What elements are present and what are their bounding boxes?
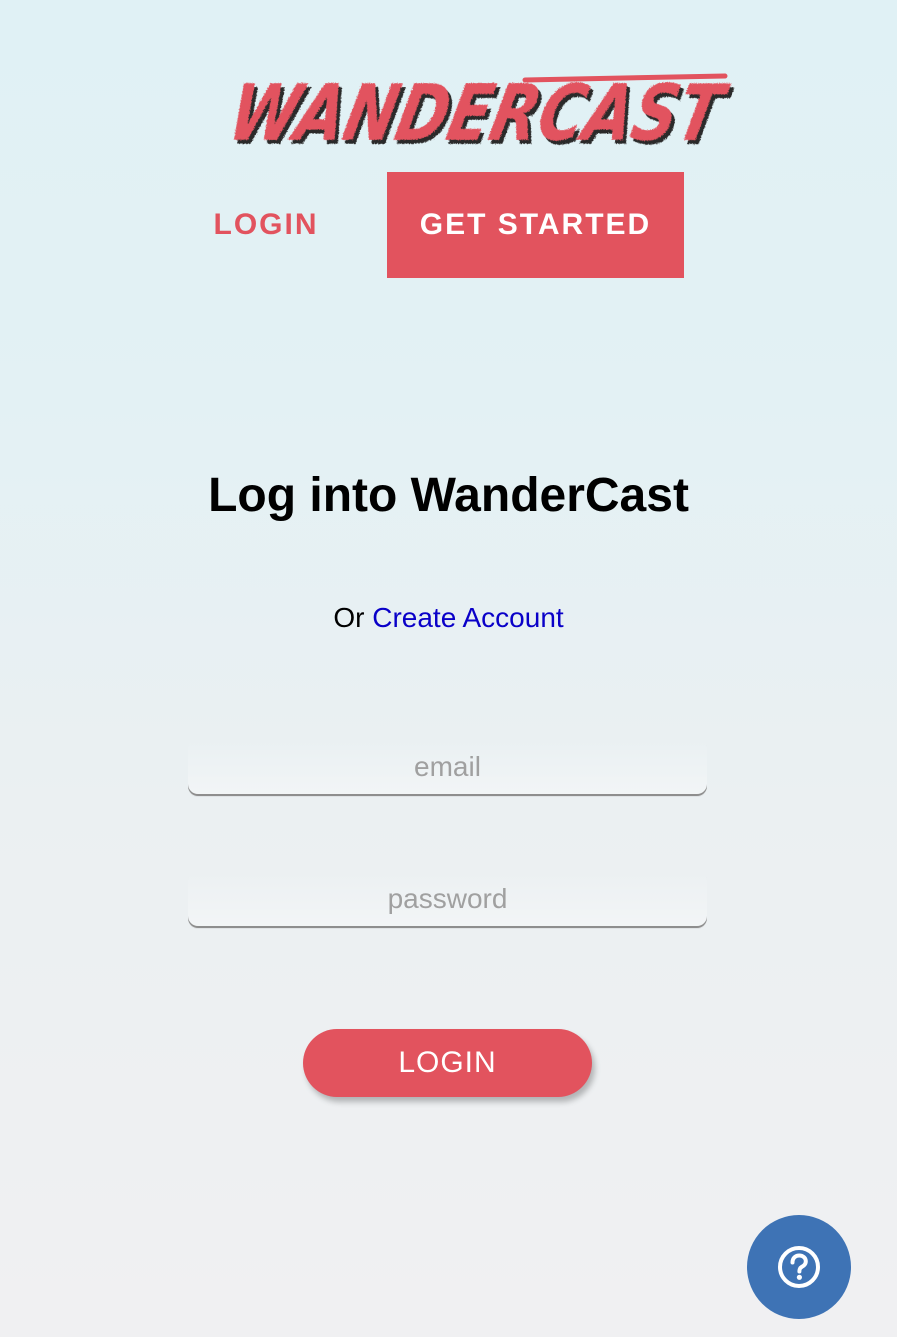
email-field[interactable] [188, 738, 707, 796]
password-field[interactable] [188, 870, 707, 928]
nav-login-link[interactable]: LOGIN [196, 196, 336, 254]
wandercast-logo: WANDERCAST WANDERCAST [215, 66, 735, 162]
help-button[interactable] [747, 1215, 851, 1319]
page-title: Log into WanderCast [208, 469, 689, 522]
or-text: Or [333, 602, 365, 633]
create-account-line: Or Create Account [0, 600, 897, 636]
create-account-link[interactable]: Create Account [372, 602, 563, 633]
login-submit-button[interactable]: LOGIN [303, 1029, 592, 1097]
svg-text:WANDERCAST: WANDERCAST [221, 68, 734, 159]
question-circle-icon [776, 1244, 822, 1290]
get-started-button[interactable]: GET STARTED [387, 172, 684, 278]
